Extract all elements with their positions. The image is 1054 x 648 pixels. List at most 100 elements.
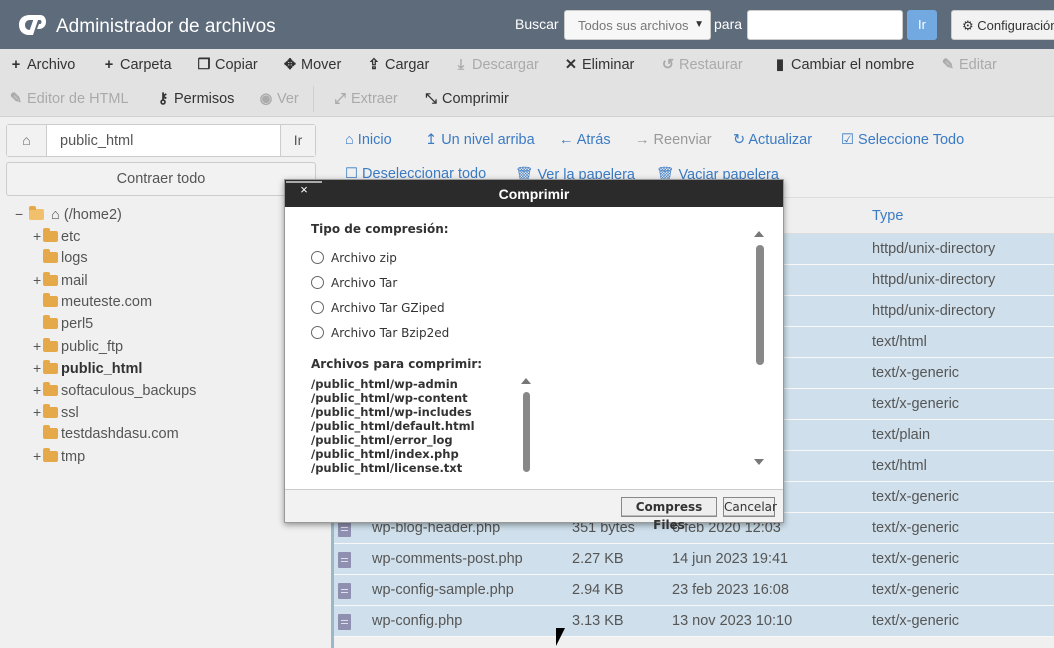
- path-input[interactable]: public_html: [60, 133, 133, 149]
- compress-icon: ⤡: [425, 91, 437, 107]
- table-row[interactable]: wp-config.php 3.13 KB 13 nov 2023 10:10 tex…: [331, 606, 1054, 637]
- gear-icon: ⚙: [962, 18, 974, 33]
- file-type: text/x-generic: [872, 365, 960, 381]
- tree-item-etc[interactable]: + etc: [33, 228, 80, 250]
- toolbar-editor-de-html-button[interactable]: ✎ Editor de HTML: [8, 91, 129, 107]
- tree-item-label: mail: [61, 273, 88, 289]
- toolbar-ver-button[interactable]: ◉ Ver: [258, 91, 299, 107]
- tree-item-ssl[interactable]: + ssl: [33, 404, 79, 426]
- search-input[interactable]: [747, 10, 903, 40]
- nav-icon: ←: [559, 132, 577, 148]
- folder-icon: [43, 272, 58, 286]
- compression-option-label: Archivo Tar: [331, 276, 398, 290]
- toolbar-archivo-button[interactable]: + Archivo: [8, 57, 76, 73]
- toolbar-restaurar-button[interactable]: ↺ Restaurar: [660, 57, 743, 73]
- nav-icon: →: [635, 132, 654, 148]
- toolbar-cambiar-el-nombre-button[interactable]: ▮ Cambiar el nombre: [772, 57, 914, 73]
- expand-icon: ⤢: [334, 91, 346, 107]
- toolbar-carpeta-button[interactable]: + Carpeta: [101, 57, 172, 73]
- collapse-toggle-icon[interactable]: −: [15, 206, 25, 222]
- file-date: 14 jun 2023 19:41: [672, 551, 789, 567]
- nav-un-nivel-arriba-button[interactable]: ↥ Un nivel arriba: [425, 132, 535, 148]
- tree-item-public-ftp[interactable]: + public_ftp: [33, 338, 123, 360]
- folder-open-icon: [29, 206, 45, 220]
- radio-button[interactable]: [311, 276, 324, 289]
- radio-button[interactable]: [311, 301, 324, 314]
- toolbar-editar-button[interactable]: ✎ Editar: [940, 57, 997, 73]
- file-type: httpd/unix-directory: [872, 303, 996, 319]
- tree-item-label: meuteste.com: [61, 294, 153, 310]
- table-row[interactable]: wp-comments-post.php 2.27 KB 14 jun 2023 1…: [331, 544, 1054, 575]
- toolbar-extraer-button[interactable]: ⤢ Extraer: [332, 91, 398, 107]
- toolbar-label: Ver: [277, 91, 299, 107]
- tree-item-logs[interactable]: logs: [33, 249, 88, 272]
- folder-icon: [43, 249, 58, 263]
- scroll-up-icon[interactable]: [521, 378, 531, 384]
- nav-icon: ⌂: [345, 132, 358, 148]
- scroll-up-icon[interactable]: [754, 231, 764, 237]
- search-go-button[interactable]: Ir: [907, 10, 937, 40]
- close-icon[interactable]: ×: [286, 181, 322, 197]
- expand-toggle-icon[interactable]: +: [33, 338, 43, 354]
- toolbar-label: Copiar: [215, 57, 258, 73]
- toolbar-label: Descargar: [472, 57, 539, 73]
- settings-button[interactable]: ⚙ Configuración: [951, 10, 1054, 40]
- compression-option[interactable]: Archivo Tar Bzip2ed: [311, 326, 449, 342]
- files-to-compress-label: Archivos para comprimir:: [311, 357, 483, 371]
- column-header-type[interactable]: Type: [872, 208, 903, 224]
- collapse-all-button[interactable]: Contraer todo: [6, 162, 316, 196]
- path-go-button[interactable]: Ir: [280, 125, 315, 156]
- tree-item-public-html[interactable]: + public_html: [33, 360, 142, 382]
- tree-item-perl5[interactable]: perl5: [33, 315, 93, 338]
- toolbar-label: Permisos: [174, 91, 235, 107]
- compression-option-label: Archivo zip: [331, 251, 397, 265]
- tree-item-testdashdasu-com[interactable]: testdashdasu.com: [33, 425, 179, 448]
- tree-item-meuteste-com[interactable]: meuteste.com: [33, 293, 153, 316]
- tree-root[interactable]: − ⌂ (/home2): [15, 206, 122, 228]
- main-toolbar: + Archivo + Carpeta ❐ Copiar ✥ Mover ⇪ Cargar ⤓ Des…: [0, 49, 1054, 117]
- toolbar-eliminar-button[interactable]: ✕ Eliminar: [563, 57, 634, 73]
- toolbar-permisos-button[interactable]: ⚷ Permisos: [155, 91, 235, 107]
- nav-inicio-button[interactable]: ⌂ Inicio: [345, 132, 392, 148]
- expand-toggle-icon[interactable]: +: [33, 382, 43, 398]
- folder-icon: [43, 228, 58, 242]
- nav-label: Atrás: [576, 132, 611, 148]
- file-list-scrollbar[interactable]: [523, 392, 530, 472]
- toolbar-divider: [313, 86, 314, 112]
- nav-atr-s-button[interactable]: ← Atrás: [559, 132, 611, 148]
- nav-reenviar-button[interactable]: → Reenviar: [635, 132, 712, 148]
- folder-icon: [43, 293, 58, 307]
- tree-item-softaculous-backups[interactable]: + softaculous_backups: [33, 382, 196, 404]
- table-row[interactable]: wp-config-sample.php 2.94 KB 23 feb 2023 1…: [331, 575, 1054, 606]
- expand-toggle-icon[interactable]: +: [33, 360, 43, 376]
- scroll-down-icon[interactable]: [754, 459, 764, 465]
- toolbar-cargar-button[interactable]: ⇪ Cargar: [366, 57, 429, 73]
- toolbar-mover-button[interactable]: ✥ Mover: [282, 57, 341, 73]
- nav-seleccione-todo-button[interactable]: ☑ Seleccione Todo: [841, 132, 964, 148]
- search-scope-select[interactable]: Todos sus archivos ▼: [564, 10, 711, 40]
- compression-option[interactable]: Archivo Tar GZiped: [311, 301, 445, 317]
- toolbar-descargar-button[interactable]: ⤓ Descargar: [453, 57, 539, 73]
- expand-toggle-icon[interactable]: +: [33, 448, 43, 464]
- radio-button[interactable]: [311, 326, 324, 339]
- dialog-scrollbar[interactable]: [756, 245, 764, 365]
- tree-item-mail[interactable]: + mail: [33, 272, 88, 294]
- expand-toggle-icon[interactable]: +: [33, 228, 43, 244]
- compression-option[interactable]: Archivo zip: [311, 251, 397, 267]
- upload-icon: ⇪: [367, 57, 381, 73]
- expand-toggle-icon[interactable]: +: [33, 272, 43, 288]
- compression-type-label: Tipo de compresión:: [311, 222, 449, 236]
- cancel-button[interactable]: Cancelar: [723, 497, 777, 517]
- compression-option[interactable]: Archivo Tar: [311, 276, 397, 292]
- compress-files-button[interactable]: Compress Files: [621, 497, 717, 532]
- toolbar-copiar-button[interactable]: ❐ Copiar: [196, 57, 258, 73]
- toolbar-comprimir-button[interactable]: ⤡ Comprimir: [423, 91, 509, 107]
- nav-actualizar-button[interactable]: ↻ Actualizar: [733, 132, 812, 148]
- file-type: text/x-generic: [872, 613, 960, 629]
- file-type: text/x-generic: [872, 551, 960, 567]
- home-button[interactable]: ⌂: [7, 125, 47, 156]
- nav-icon: ☑: [841, 132, 859, 148]
- expand-toggle-icon[interactable]: +: [33, 404, 43, 420]
- radio-button[interactable]: [311, 251, 324, 264]
- tree-item-tmp[interactable]: + tmp: [33, 448, 85, 470]
